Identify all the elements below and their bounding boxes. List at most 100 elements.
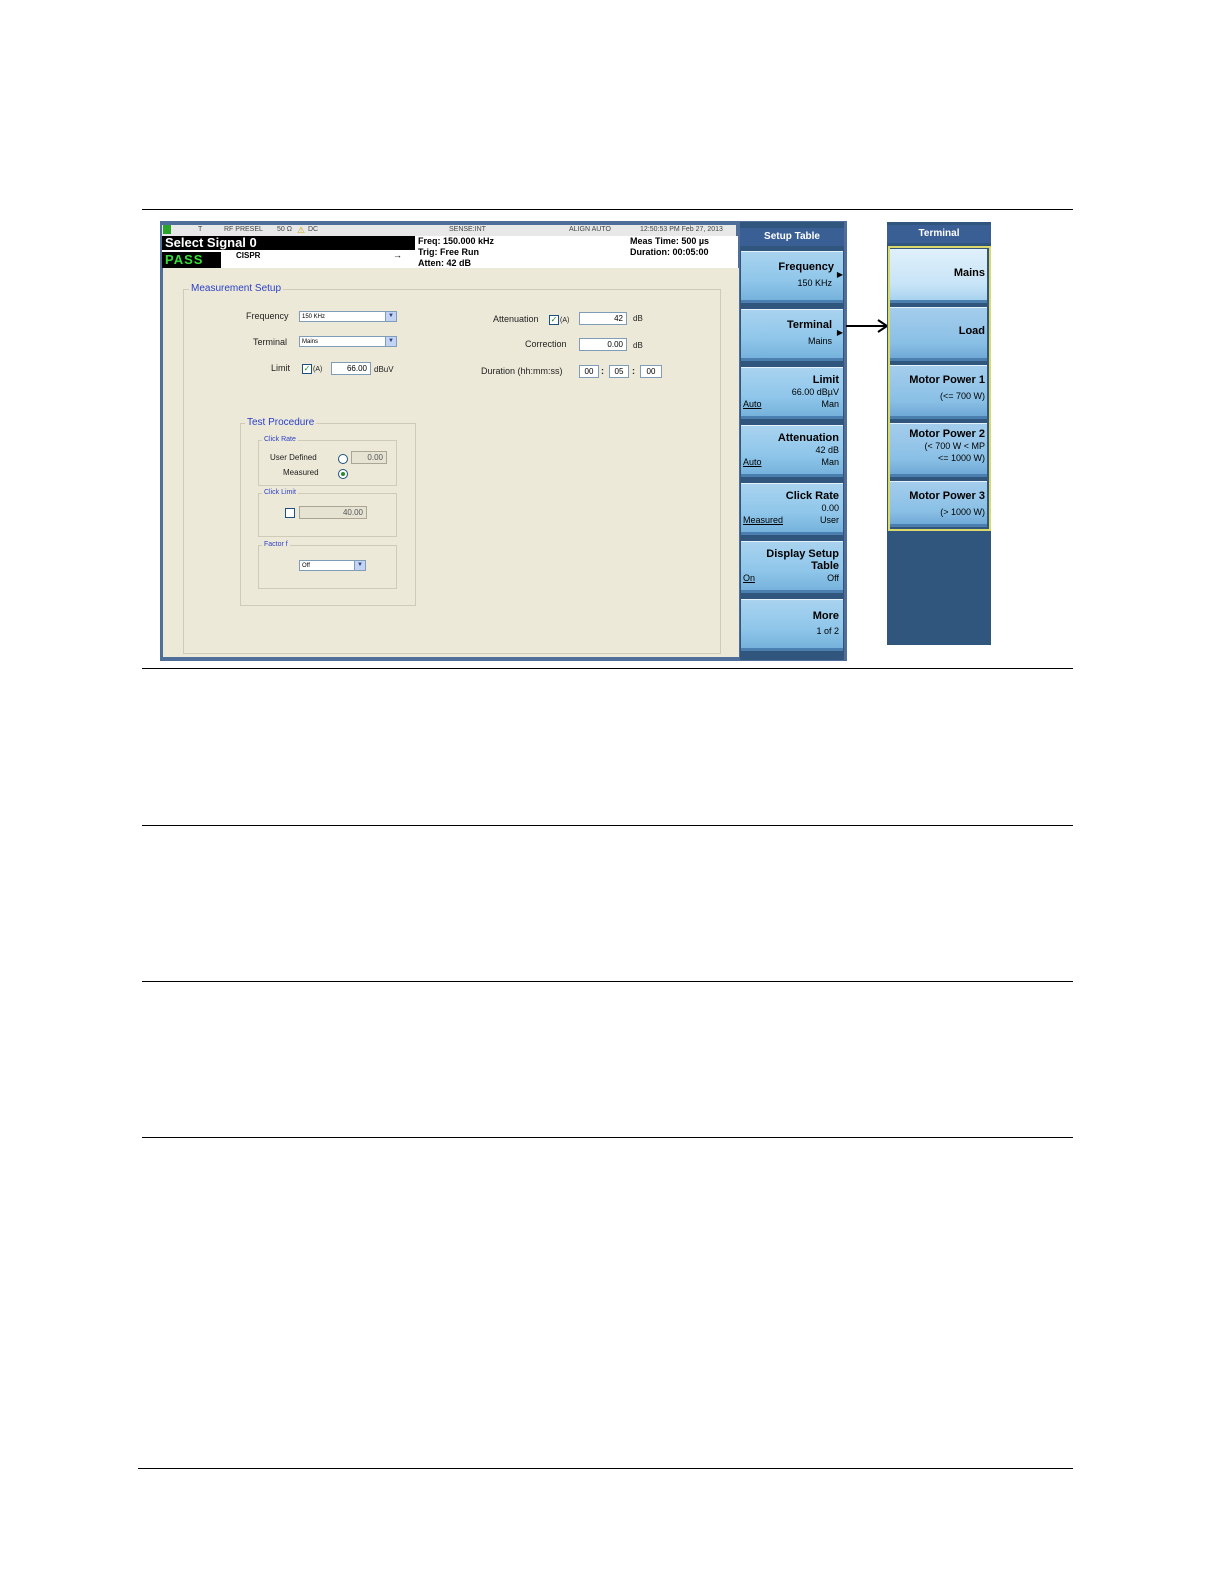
- frequency-select[interactable]: 150 KHz ▼: [299, 311, 397, 322]
- submenu-arrow-icon: ▶: [836, 328, 843, 337]
- chevron-down-icon[interactable]: ▼: [385, 337, 396, 346]
- limit-man-option[interactable]: Man: [821, 399, 839, 410]
- limit-auto-option[interactable]: Auto: [743, 399, 762, 409]
- attenuation-label: Attenuation: [493, 314, 539, 324]
- click-rate-softkey[interactable]: Click Rate 0.00 Measured User: [741, 483, 843, 535]
- motor-power-2-softkey[interactable]: Motor Power 2 (< 700 W < MP <= 1000 W): [890, 423, 987, 477]
- status-item: RF PRESEL: [224, 226, 263, 233]
- motor-power-3-softkey[interactable]: Motor Power 3 (> 1000 W): [890, 481, 987, 527]
- user-defined-radio[interactable]: [338, 454, 348, 464]
- softkey-label: Click Rate: [785, 490, 839, 502]
- click-rate-user-option[interactable]: User: [820, 515, 839, 526]
- submenu-arrow-icon: ▶: [836, 270, 843, 279]
- click-rate-title: Click Rate: [262, 435, 298, 444]
- test-procedure-title: Test Procedure: [245, 417, 317, 429]
- softkey-label: Motor Power 2: [909, 428, 985, 440]
- status-indicator-icon: [163, 225, 171, 234]
- duration-minutes-field[interactable]: 05: [609, 365, 629, 378]
- trigger-arrow-icon: →: [393, 250, 402, 260]
- softkey-value: 42 dB: [815, 445, 839, 455]
- status-item: DC: [308, 226, 319, 233]
- trig-readout: Trig: Free Run: [418, 247, 480, 257]
- chevron-down-icon[interactable]: ▼: [385, 312, 396, 321]
- display-off-option[interactable]: Off: [827, 573, 839, 584]
- signal-title: Select Signal 0: [162, 236, 415, 250]
- setup-table-menu-title: Setup Table: [740, 228, 844, 246]
- terminal-menu-title: Terminal: [887, 225, 991, 243]
- rule-2: [142, 825, 1073, 826]
- time-separator: :: [601, 366, 604, 376]
- terminal-menu: Terminal Mains Load Motor Power 1 (<= 70…: [887, 222, 991, 645]
- freq-readout: Freq: 150.000 kHz: [418, 236, 495, 246]
- limit-auto-checkbox[interactable]: ✓: [302, 364, 312, 374]
- limit-auto-label: (A): [313, 366, 323, 373]
- top-rule: [142, 209, 1073, 210]
- rule-1: [142, 668, 1073, 669]
- motor-power-1-softkey[interactable]: Motor Power 1 (<= 700 W): [890, 365, 987, 419]
- softkey-label: Display Setup: [766, 548, 839, 560]
- status-item: ALIGN AUTO: [569, 226, 611, 233]
- attenuation-softkey[interactable]: Attenuation 42 dB Auto Man: [741, 425, 843, 477]
- time-separator: :: [632, 366, 635, 376]
- load-softkey[interactable]: Load: [890, 307, 987, 361]
- measured-label: Measured: [283, 468, 319, 477]
- measured-radio[interactable]: [338, 469, 348, 479]
- softkey-label: Motor Power 1: [909, 374, 985, 386]
- softkey-label: Terminal: [786, 319, 832, 331]
- limit-field[interactable]: 66.00: [331, 362, 371, 375]
- softkey-label: Load: [958, 325, 985, 337]
- softkey-label: Motor Power 3: [909, 490, 985, 502]
- click-limit-checkbox[interactable]: [285, 508, 295, 518]
- attenuation-auto-label: (A): [560, 317, 570, 324]
- softkey-label: Limit: [812, 374, 839, 386]
- attenuation-field[interactable]: 42: [579, 312, 627, 325]
- click-rate-measured-option[interactable]: Measured: [743, 515, 783, 525]
- status-item: 50 Ω: [277, 226, 292, 233]
- chevron-down-icon[interactable]: ▼: [354, 561, 365, 570]
- frequency-softkey[interactable]: Frequency ▶ 150 KHz: [741, 251, 843, 303]
- softkey-label: Frequency: [778, 261, 834, 273]
- attenuation-man-option[interactable]: Man: [821, 457, 839, 468]
- display-on-option[interactable]: On: [743, 573, 755, 583]
- attenuation-auto-option[interactable]: Auto: [743, 457, 762, 467]
- setup-table-panel: Measurement Setup Frequency 150 KHz ▼ Te…: [163, 268, 739, 657]
- user-defined-field[interactable]: 0.00: [351, 451, 387, 464]
- status-item: T: [198, 226, 203, 233]
- attenuation-auto-checkbox[interactable]: ✓: [549, 315, 559, 325]
- user-defined-label: User Defined: [270, 453, 317, 462]
- radio-selected-dot: [341, 472, 345, 476]
- softkey-sub: (<= 700 W): [939, 391, 985, 401]
- pass-indicator: PASS: [162, 252, 221, 268]
- factor-select-value: Off: [302, 563, 310, 569]
- duration-readout: Duration: 00:05:00: [630, 247, 709, 257]
- softkey-sub-line2: <= 1000 W): [937, 453, 985, 463]
- measurement-setup-title: Measurement Setup: [189, 283, 284, 295]
- mains-softkey[interactable]: Mains: [890, 249, 987, 303]
- frequency-select-value: 150 KHz: [302, 314, 326, 320]
- display-setup-table-softkey[interactable]: Display Setup Table On Off: [741, 541, 843, 593]
- correction-field[interactable]: 0.00: [579, 338, 627, 351]
- terminal-select[interactable]: Mains ▼: [299, 336, 397, 347]
- click-limit-field[interactable]: 40.00: [299, 506, 367, 519]
- softkey-value: 0.00: [821, 503, 839, 513]
- factor-select[interactable]: Off ▼: [299, 560, 366, 571]
- terminal-label: Terminal: [253, 337, 288, 347]
- footer-rule: [138, 1468, 1073, 1469]
- mode-label: CISPR: [236, 251, 261, 260]
- correction-unit: dB: [633, 341, 643, 350]
- softkey-value: 1 of 2: [816, 626, 839, 636]
- warning-icon: ⚠: [297, 225, 306, 235]
- terminal-softkey[interactable]: Terminal ▶ Mains: [741, 309, 843, 361]
- duration-label: Duration (hh:mm:ss): [481, 366, 563, 376]
- duration-seconds-field[interactable]: 00: [640, 365, 662, 378]
- more-softkey[interactable]: More 1 of 2: [741, 599, 843, 651]
- limit-softkey[interactable]: Limit 66.00 dBµV Auto Man: [741, 367, 843, 419]
- attenuation-unit: dB: [633, 314, 643, 323]
- duration-hours-field[interactable]: 00: [579, 365, 599, 378]
- softkey-value: 66.00 dBµV: [791, 387, 839, 397]
- correction-label: Correction: [525, 339, 567, 349]
- status-item: SENSE:INT: [449, 226, 486, 233]
- terminal-select-value: Mains: [302, 339, 319, 345]
- softkey-sub: (< 700 W < MP: [924, 441, 985, 451]
- limit-label: Limit: [271, 363, 291, 373]
